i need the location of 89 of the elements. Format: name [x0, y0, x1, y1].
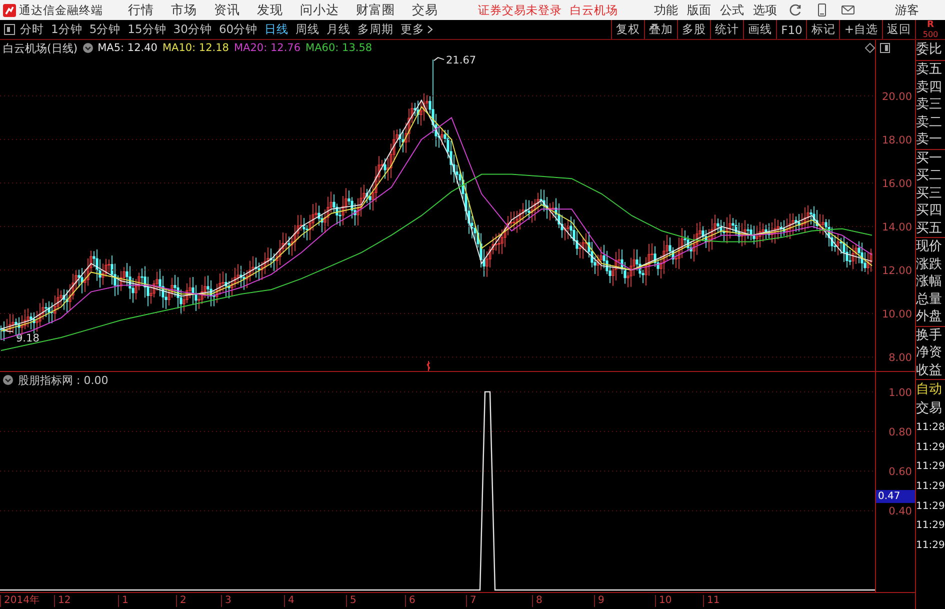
indicator-axis-label: 0.60: [888, 466, 912, 478]
price-axis-label: 12.00: [882, 265, 912, 278]
quote-label: 买一: [916, 150, 943, 167]
period-tab[interactable]: 30分钟: [173, 22, 212, 37]
quote-label: 卖五: [916, 61, 943, 78]
moving-average-label: MA5: 12.40: [98, 42, 158, 54]
date-axis-label: 8: [532, 595, 542, 607]
quote-label: 涨幅: [916, 273, 943, 290]
date-axis-label: 11: [703, 595, 720, 607]
indicator-title: 股朋指标网 : 0.00: [18, 372, 108, 388]
period-tab[interactable]: 分时: [20, 22, 44, 37]
menu-item[interactable]: 选项: [753, 2, 777, 18]
date-axis-label: 2014年: [0, 595, 40, 607]
menu-item[interactable]: 财富圈: [356, 2, 395, 18]
date-axis-label: 2: [176, 595, 186, 607]
trade-time: 11:29: [916, 460, 945, 474]
period-tab[interactable]: 60分钟: [218, 22, 258, 37]
menu-item[interactable]: 问小达: [300, 2, 339, 18]
period-tab[interactable]: 5分钟: [89, 22, 121, 37]
menu-item[interactable]: 市场: [171, 2, 197, 18]
quote-label: 收益: [916, 362, 943, 379]
date-axis-label: 5: [346, 595, 356, 607]
trade-time: 11:28: [916, 421, 945, 435]
period-tab[interactable]: 多周期: [358, 22, 394, 37]
menu-item[interactable]: 资讯: [214, 2, 240, 18]
trade-time: 11:29: [916, 519, 945, 534]
stock-link[interactable]: 白云机场: [570, 2, 618, 18]
cursor-value-label: 0.47: [876, 490, 915, 503]
menu-item[interactable]: 版面: [687, 2, 711, 18]
moving-average-label: MA20: 12.76: [234, 42, 301, 54]
mode-label: 自动: [916, 381, 943, 399]
quote-label: 买二: [916, 167, 943, 184]
quote-label: 卖二: [916, 114, 943, 131]
trade-label: 交易: [916, 400, 943, 418]
low-price-label: 9.18: [16, 332, 40, 344]
date-axis-label: 6: [405, 595, 416, 607]
date-axis-label: 1: [118, 595, 128, 607]
trade-time: 11:29: [916, 500, 945, 514]
quote-label: 买五: [916, 220, 943, 237]
quote-label: 卖四: [916, 78, 943, 96]
trade-time: 11:29: [916, 539, 945, 554]
menu-item[interactable]: 功能: [654, 2, 678, 18]
period-tab[interactable]: 月线: [326, 22, 351, 37]
period-tab[interactable]: 周线: [296, 22, 320, 37]
menu-item[interactable]: 行情: [128, 2, 154, 18]
period-tab[interactable]: 日线: [264, 22, 289, 37]
level-badge-number: 500: [922, 30, 938, 39]
price-axis-label: 20.00: [882, 90, 912, 103]
menu-item[interactable]: 发现: [257, 2, 283, 18]
date-axis-label: 3: [221, 595, 232, 607]
price-axis-label: 10.00: [882, 308, 912, 321]
indicator-axis-label: 1.00: [888, 386, 912, 399]
level-badge-label: R: [927, 21, 934, 30]
period-tab[interactable]: 1分钟: [51, 22, 82, 37]
period-tab[interactable]: 更多: [400, 22, 433, 37]
quote-label: 现价: [916, 238, 943, 256]
quote-label: 买四: [916, 202, 943, 220]
trade-time: 11:29: [916, 440, 945, 455]
quote-label: 外盘: [916, 308, 943, 326]
moving-average-label: MA60: 13.58: [306, 42, 372, 54]
quote-label: 卖一: [916, 131, 943, 148]
period-tab[interactable]: 15分钟: [128, 22, 166, 37]
login-status: 证券交易未登录: [478, 2, 562, 18]
indicator-axis-label: 0.40: [888, 506, 912, 518]
date-axis-label: 10: [655, 595, 672, 607]
quote-label: 净资: [916, 344, 943, 362]
price-axis-label: 8.00: [888, 352, 912, 364]
date-axis-label: 12: [54, 595, 71, 607]
date-axis-label: 7: [466, 595, 476, 607]
quote-label: 委比: [916, 41, 943, 59]
price-axis-label: 18.00: [882, 134, 912, 146]
quote-label: 买三: [916, 184, 943, 202]
menu-item[interactable]: 交易: [412, 2, 438, 18]
menu-item[interactable]: 公式: [720, 2, 744, 18]
trade-time: 11:29: [916, 480, 945, 494]
price-axis-label: 16.00: [882, 178, 912, 190]
quote-label: 换手: [916, 326, 943, 344]
indicator-axis-label: 0.80: [888, 426, 912, 438]
quote-label: 涨跌: [916, 256, 943, 273]
quote-label: 卖三: [916, 96, 943, 114]
price-axis-label: 14.00: [882, 222, 912, 234]
date-axis-label: 4: [284, 595, 294, 607]
date-axis-label: 9: [594, 595, 604, 607]
moving-average-label: MA10: 12.18: [162, 42, 229, 54]
app-title: 通达信金融终端: [19, 2, 103, 18]
user-label[interactable]: 游客: [895, 2, 919, 18]
quote-label: 总量: [916, 290, 943, 308]
stock-title: 白云机场(日线): [3, 40, 78, 56]
high-price-label: 21.67: [446, 54, 476, 67]
